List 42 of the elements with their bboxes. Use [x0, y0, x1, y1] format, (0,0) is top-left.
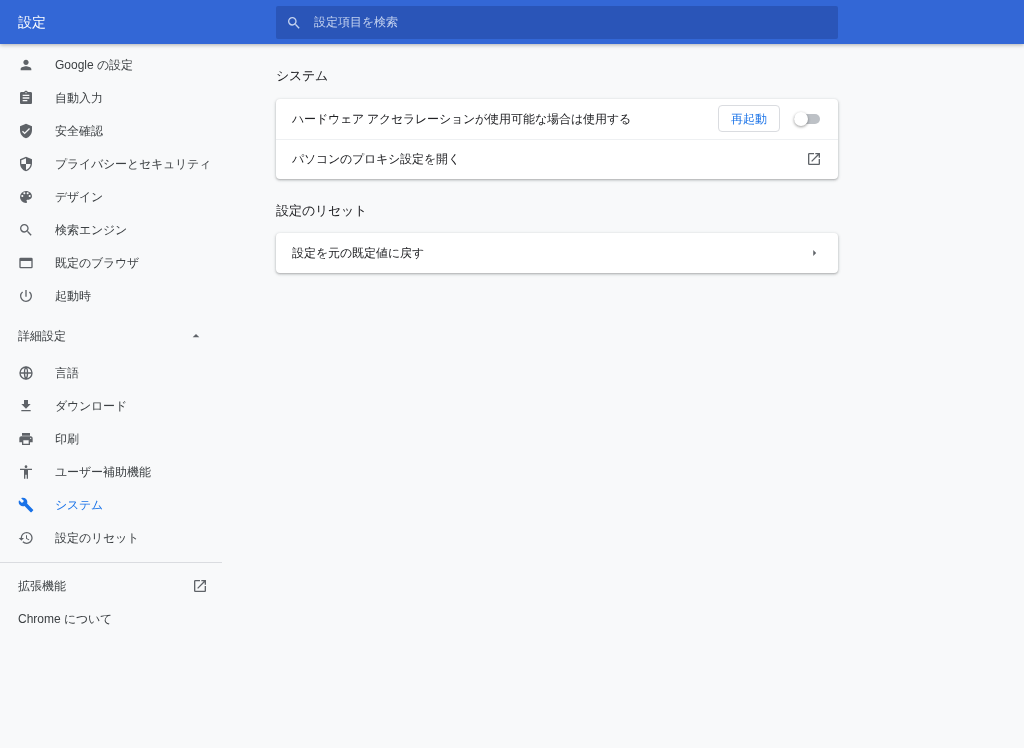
sidebar-item[interactable]: 起動時 — [0, 279, 222, 312]
search-field[interactable]: 設定項目を検索 — [276, 5, 838, 39]
advanced-section-toggle[interactable]: 詳細設定 — [0, 316, 222, 356]
toggle-switch[interactable] — [794, 110, 822, 127]
sidebar-link[interactable]: 拡張機能 — [0, 569, 222, 602]
external-link-icon[interactable] — [806, 151, 822, 167]
sidebar-item[interactable]: 言語 — [0, 356, 222, 389]
sidebar-item[interactable]: 設定のリセット — [0, 521, 222, 554]
globe-icon — [18, 364, 34, 381]
external-link-icon — [192, 577, 208, 594]
sidebar-item[interactable]: システム — [0, 488, 222, 521]
sidebar-item[interactable]: 印刷 — [0, 422, 222, 455]
history-icon — [18, 529, 34, 546]
page-title: 設定 — [17, 12, 47, 32]
shield-check-icon — [18, 122, 34, 139]
setting-label: パソコンのプロキシ設定を開く — [292, 151, 460, 168]
download-icon — [18, 397, 34, 414]
sidebar-link[interactable]: Chrome について — [0, 602, 222, 635]
section-title: システム — [276, 67, 329, 85]
setting-label: 設定を元の既定値に戻す — [292, 245, 424, 262]
person-figure-icon — [18, 463, 34, 480]
search-icon — [18, 221, 34, 238]
wrench-icon — [18, 496, 34, 513]
sidebar-item[interactable]: 安全確認 — [0, 114, 222, 147]
sidebar-item[interactable]: Google の設定 — [0, 48, 222, 81]
sidebar-item[interactable]: ユーザー補助機能 — [0, 455, 222, 488]
search-icon — [286, 14, 302, 31]
sidebar-item[interactable]: プライバシーとセキュリティ — [0, 147, 222, 180]
sidebar-item[interactable]: 自動入力 — [0, 81, 222, 114]
clipboard-icon — [18, 89, 34, 106]
relaunch-button[interactable]: 再起動 — [718, 105, 780, 132]
shield-icon — [18, 155, 34, 172]
sidebar-item[interactable]: 検索エンジン — [0, 213, 222, 246]
printer-icon — [18, 430, 34, 447]
palette-icon — [18, 188, 34, 205]
setting-label: ハードウェア アクセラレーションが使用可能な場合は使用する — [292, 110, 632, 128]
advanced-label: 詳細設定 — [18, 328, 66, 345]
sidebar-item[interactable]: ダウンロード — [0, 389, 222, 422]
section-title: 設定のリセット — [276, 201, 368, 220]
power-icon — [18, 287, 34, 304]
sidebar-item[interactable]: デザイン — [0, 180, 222, 213]
sidebar-item[interactable]: 既定のブラウザ — [0, 246, 222, 279]
